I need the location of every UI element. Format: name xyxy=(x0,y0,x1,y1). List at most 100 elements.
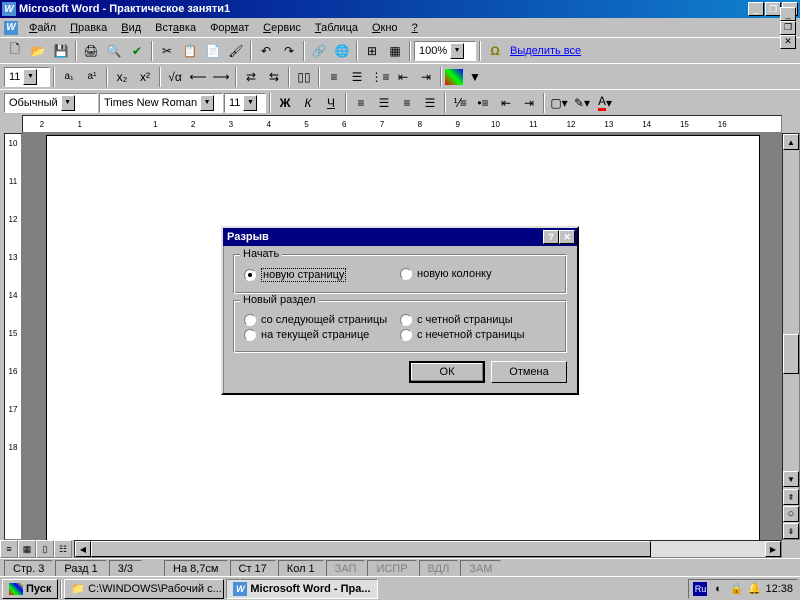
style-combo[interactable]: Обычный▼ xyxy=(4,93,98,113)
menu-service[interactable]: Сервис xyxy=(257,21,307,35)
doc-minimize-button[interactable]: _ xyxy=(780,7,796,21)
start-button[interactable]: Пуск xyxy=(2,579,58,599)
superscript-icon[interactable]: x² xyxy=(134,66,156,88)
omega-icon[interactable]: Ω xyxy=(484,40,506,62)
align-center-icon[interactable]: ☰ xyxy=(373,92,395,114)
font-color-icon[interactable]: A▾ xyxy=(594,92,616,114)
bold-icon[interactable]: Ж xyxy=(274,92,296,114)
align-left-icon[interactable]: ≡ xyxy=(350,92,372,114)
web-toolbar-icon[interactable]: 🌐 xyxy=(331,40,353,62)
menu-table[interactable]: Таблица xyxy=(309,21,364,35)
borders-icon[interactable]: ▢▾ xyxy=(548,92,570,114)
cancel-button[interactable]: Отмена xyxy=(491,361,567,383)
copy-icon[interactable]: 📋 xyxy=(179,40,201,62)
sub-a-icon[interactable]: a₁ xyxy=(58,66,80,88)
spell-icon[interactable]: ✔ xyxy=(126,40,148,62)
scroll-right-icon[interactable]: ▶ xyxy=(765,541,781,557)
justify-icon[interactable]: ☰ xyxy=(419,92,441,114)
scroll-thumb[interactable] xyxy=(783,334,799,374)
save-icon[interactable]: 💾 xyxy=(50,40,72,62)
horizontal-scrollbar[interactable]: ◀ ▶ xyxy=(74,540,782,558)
menu-format[interactable]: Формат xyxy=(204,21,255,35)
doc-close-button[interactable]: ✕ xyxy=(780,35,796,49)
bullet-list-icon[interactable]: •≡ xyxy=(472,92,494,114)
preview-icon[interactable]: 🔍 xyxy=(103,40,125,62)
new-icon[interactable]: 🗋 xyxy=(4,40,26,62)
underline-icon[interactable]: Ч xyxy=(320,92,342,114)
taskbar-explorer[interactable]: 📁 C:\WINDOWS\Рабочий с... xyxy=(64,579,224,599)
restore-button[interactable]: ❐ xyxy=(765,2,781,16)
font-combo[interactable]: Times New Roman▼ xyxy=(99,93,223,113)
prev-page-icon[interactable]: ⇞ xyxy=(783,489,799,505)
insert-table-icon[interactable]: ▦ xyxy=(384,40,406,62)
radio-new-page[interactable]: новую страницу xyxy=(244,268,400,282)
outdent2-icon[interactable]: ⇤ xyxy=(392,66,414,88)
radio-current-page[interactable]: на текущей странице xyxy=(244,329,400,341)
hscroll-thumb[interactable] xyxy=(91,541,651,557)
select-all-link[interactable]: Выделить все xyxy=(510,45,581,57)
menu-edit[interactable]: Правка xyxy=(64,21,113,35)
tray-icon-3[interactable]: 🔔 xyxy=(747,582,761,596)
open-icon[interactable]: 📂 xyxy=(27,40,49,62)
normal-view-icon[interactable]: ≡ xyxy=(0,540,18,558)
dialog-titlebar[interactable]: Разрыв ? ✕ xyxy=(223,228,577,246)
doc-restore-button[interactable]: ❐ xyxy=(780,21,796,35)
italic-icon[interactable]: К xyxy=(297,92,319,114)
indent2-icon[interactable]: ⇥ xyxy=(415,66,437,88)
browse-object-icon[interactable]: ○ xyxy=(783,506,799,522)
dialog-help-button[interactable]: ? xyxy=(543,230,559,244)
align-right-icon[interactable]: ≡ xyxy=(396,92,418,114)
cut-icon[interactable]: ✂ xyxy=(156,40,178,62)
hyperlink-icon[interactable]: 🔗 xyxy=(308,40,330,62)
menu-window[interactable]: Окно xyxy=(366,21,404,35)
tray-icon-1[interactable]: ◐ xyxy=(711,582,725,596)
status-rec[interactable]: ЗАП xyxy=(326,560,366,577)
taskbar-word[interactable]: W Microsoft Word - Пра... xyxy=(226,579,377,599)
grid-icon[interactable] xyxy=(445,69,463,85)
scroll-up-icon[interactable]: ▲ xyxy=(783,134,799,150)
numbered-list-icon[interactable]: ⅟≡ xyxy=(449,92,471,114)
sqrt-icon[interactable]: √α xyxy=(164,66,186,88)
equals-icon[interactable]: ≡ xyxy=(323,66,345,88)
radio-next-page[interactable]: со следующей страницы xyxy=(244,314,400,326)
vertical-scrollbar[interactable]: ▲ ▼ ⇞ ○ ⇟ xyxy=(782,133,800,540)
highlight-icon[interactable]: ✎▾ xyxy=(571,92,593,114)
format-painter-icon[interactable]: 🖌 xyxy=(225,40,247,62)
minimize-button[interactable]: _ xyxy=(748,2,764,16)
text-dir2-icon[interactable]: ⇆ xyxy=(263,66,285,88)
scroll-down-icon[interactable]: ▼ xyxy=(783,471,799,487)
menu-help[interactable]: ? xyxy=(406,21,424,35)
menu-insert[interactable]: Вставка xyxy=(149,21,202,35)
tables-borders-icon[interactable]: ⊞ xyxy=(361,40,383,62)
print-icon[interactable]: 🖨 xyxy=(80,40,102,62)
status-ovr[interactable]: ЗАМ xyxy=(460,560,501,577)
page-view-icon[interactable]: ▯ xyxy=(36,540,54,558)
dialog-close-button[interactable]: ✕ xyxy=(559,230,575,244)
columns-icon[interactable]: ▯▯ xyxy=(293,66,315,88)
list-icon[interactable]: ☰ xyxy=(346,66,368,88)
lang-indicator[interactable]: Ru xyxy=(693,582,707,596)
redo-icon[interactable]: ↷ xyxy=(278,40,300,62)
tray-icon-2[interactable]: 🔒 xyxy=(729,582,743,596)
status-ext[interactable]: ВДЛ xyxy=(419,560,459,577)
menu-view[interactable]: Вид xyxy=(115,21,147,35)
fontsize2-combo[interactable]: 11▼ xyxy=(4,67,50,87)
scroll-left-icon[interactable]: ◀ xyxy=(75,541,91,557)
palette-icon[interactable]: ▼ xyxy=(464,66,486,88)
size-combo[interactable]: 11▼ xyxy=(224,93,266,113)
status-trk[interactable]: ИСПР xyxy=(367,560,416,577)
online-view-icon[interactable]: ▦ xyxy=(18,540,36,558)
ok-button[interactable]: ОК xyxy=(409,361,485,383)
radio-even-page[interactable]: с четной страницы xyxy=(400,314,556,326)
horizontal-ruler[interactable]: 211234567891011121314151618 xyxy=(22,115,782,133)
radio-odd-page[interactable]: с нечетной страницы xyxy=(400,329,556,341)
outline-view-icon[interactable]: ☷ xyxy=(54,540,72,558)
outdent-icon[interactable]: ⇤ xyxy=(495,92,517,114)
undo-icon[interactable]: ↶ xyxy=(255,40,277,62)
subscript-icon[interactable]: x₂ xyxy=(111,66,133,88)
zoom-combo[interactable]: 100%▼ xyxy=(414,41,476,61)
bullets-icon[interactable]: ⋮≡ xyxy=(369,66,391,88)
next-page-icon[interactable]: ⇟ xyxy=(783,523,799,539)
clock[interactable]: 12:38 xyxy=(765,583,793,595)
sup-a-icon[interactable]: a¹ xyxy=(81,66,103,88)
